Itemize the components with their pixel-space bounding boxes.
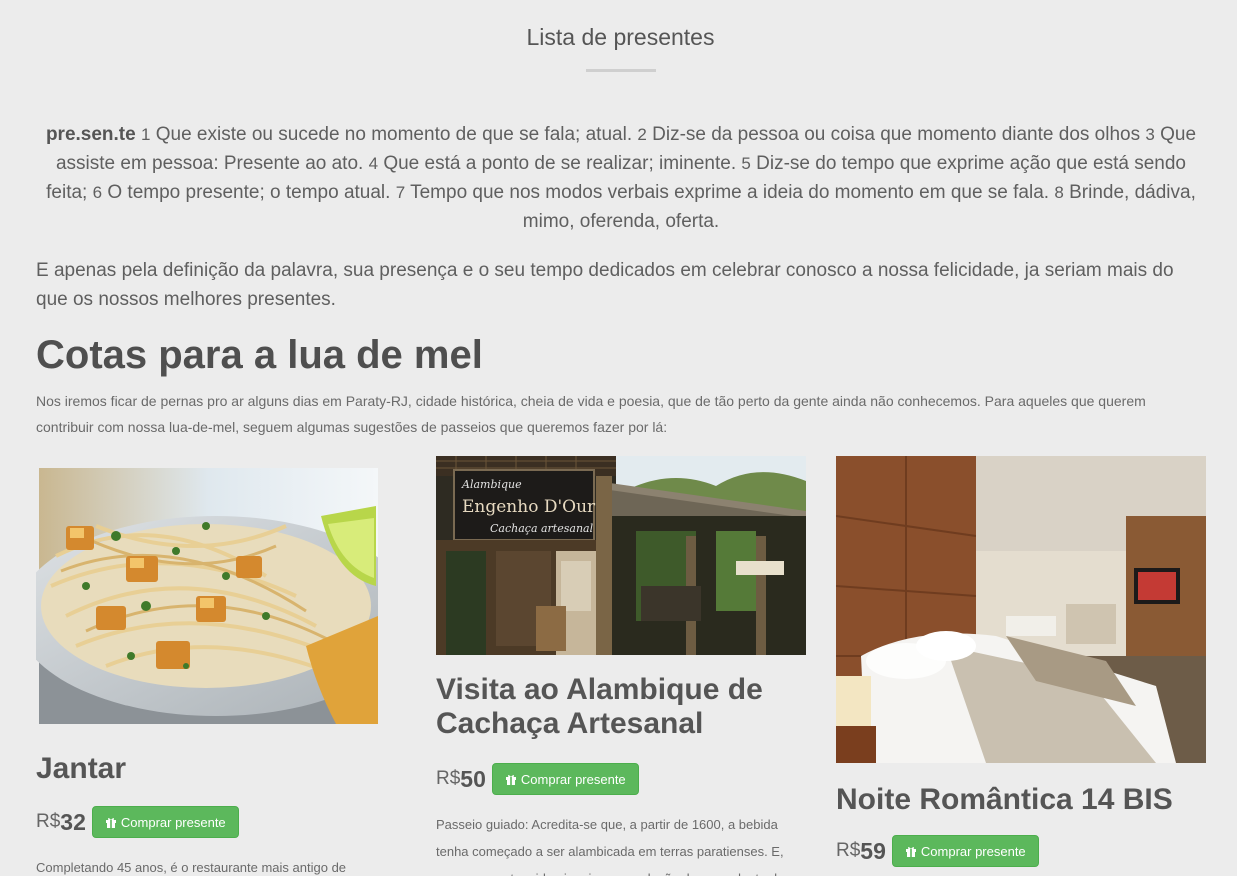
definition-number: 6	[92, 183, 103, 202]
food-photo	[36, 468, 378, 724]
buy-gift-label: Comprar presente	[920, 843, 1026, 859]
definition-number: 8	[1054, 183, 1064, 202]
gift-card-noite-romantica: Noite Romântica 14 BIS R$ 59 Comprar pre…	[836, 456, 1206, 869]
buy-gift-label: Comprar presente	[520, 771, 626, 787]
buy-gift-button[interactable]: Comprar presente	[891, 835, 1039, 867]
gift-icon	[905, 847, 916, 857]
gift-icon	[505, 775, 516, 785]
price-amount: 50	[460, 765, 486, 792]
price-row: R$ 59 Comprar presente	[836, 833, 1206, 869]
gift-description: Completando 45 anos, é o restaurante mai…	[36, 860, 347, 875]
gift-card-jantar: Jantar R$ 32 Comprar presente Completand…	[36, 466, 381, 876]
definition-number: 7	[395, 183, 406, 202]
hotel-room-photo	[836, 456, 1206, 763]
page-title: Lista de presentes	[526, 24, 715, 50]
definition-word: pre.sen.te	[45, 124, 136, 145]
price-currency: R$	[836, 840, 861, 861]
price-amount: 59	[860, 837, 886, 864]
sign-line-2: Engenho D'Ouro	[462, 497, 605, 517]
definition-text: Que existe ou sucede no momento de que s…	[150, 124, 638, 145]
sign-line-3: Cachaça artesanal	[490, 522, 594, 535]
gift-title: Noite Romântica 14 BIS	[836, 783, 1173, 816]
definition-text: Tempo que nos modos verbais exprime a id…	[405, 182, 1055, 203]
price-currency: R$	[36, 811, 61, 832]
intro-paragraph: E apenas pela definição da palavra, sua …	[36, 260, 1174, 310]
gift-title: Visita ao Alambique de Cachaça Artesanal	[436, 673, 763, 740]
gift-title: Jantar	[36, 752, 127, 785]
buy-gift-label: Comprar presente	[120, 814, 226, 830]
price-amount: 32	[60, 808, 86, 835]
buy-gift-button[interactable]: Comprar presente	[491, 763, 639, 795]
definition-number: 4	[368, 154, 379, 173]
honeymoon-description: Nos iremos ficar de pernas pro ar alguns…	[36, 393, 1146, 435]
price-currency: R$	[436, 768, 461, 789]
definition-text: Que está a ponto de se realizar; iminent…	[378, 153, 742, 174]
gift-description: Passeio guiado: Acredita-se que, a parti…	[436, 817, 784, 876]
sign-line-1: Alambique	[461, 478, 522, 491]
distillery-photo: Alambique Engenho D'Ouro Cachaça artesan…	[436, 456, 806, 655]
gift-icon	[105, 818, 116, 828]
buy-gift-button[interactable]: Comprar presente	[91, 806, 239, 838]
title-divider	[586, 69, 656, 72]
definition-number: 3	[1145, 125, 1155, 144]
definition-number: 2	[637, 125, 647, 144]
honeymoon-heading: Cotas para a lua de mel	[36, 333, 483, 377]
definition-text: Diz-se da pessoa ou coisa que momento di…	[646, 124, 1146, 145]
definition-text: O tempo presente; o tempo atual.	[102, 182, 396, 203]
price-row: R$ 32 Comprar presente	[36, 804, 381, 840]
gift-card-alambique: Alambique Engenho D'Ouro Cachaça artesan…	[436, 456, 806, 876]
price-row: R$ 50 Comprar presente	[436, 761, 806, 797]
word-definition: pre.sen.te 1 Que existe ou sucede no mom…	[36, 120, 1206, 236]
definition-number: 5	[741, 154, 751, 173]
gift-list-page: Lista de presentes pre.sen.te 1 Que exis…	[0, 0, 1237, 876]
